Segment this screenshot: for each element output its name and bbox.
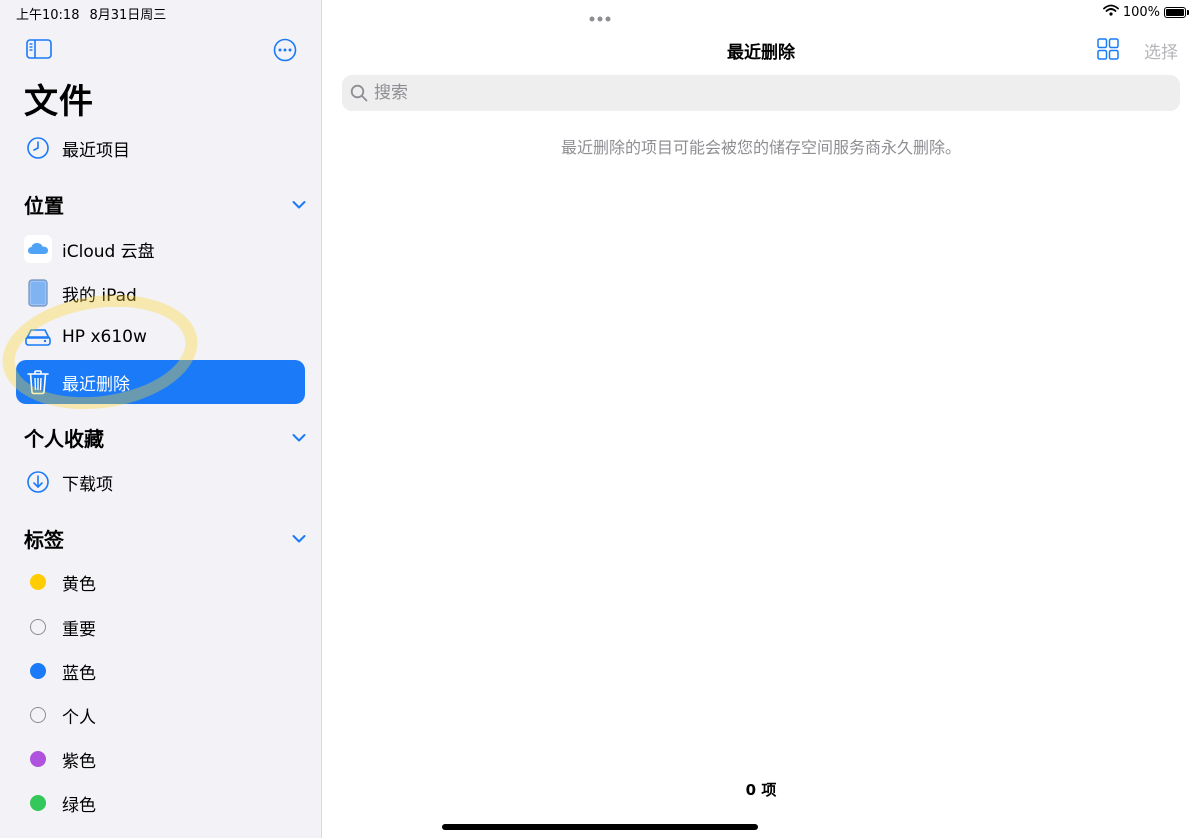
tag-label: 个人: [62, 707, 96, 728]
app-title: 文件: [24, 82, 94, 122]
tag-label: 蓝色: [62, 663, 96, 684]
tag-dot-icon: [24, 657, 52, 685]
tag-item-blue[interactable]: 蓝色: [16, 649, 305, 693]
chevron-down-icon[interactable]: [292, 428, 306, 447]
tag-dot-icon: [24, 745, 52, 773]
section-title: 个人收藏: [24, 426, 104, 451]
status-time: 上午10:18 8月31日周三: [16, 4, 166, 23]
tag-dot-icon: [24, 568, 52, 596]
green-dot-icon: [30, 795, 46, 811]
search-icon: [350, 84, 368, 102]
select-button[interactable]: 选择: [1144, 38, 1178, 63]
tag-item-yellow[interactable]: 黄色: [16, 560, 305, 604]
sidebar-item-my-ipad[interactable]: 我的 iPad: [16, 271, 305, 315]
sidebar-item-downloads[interactable]: 下载项: [16, 460, 305, 504]
tag-label: 紫色: [62, 751, 96, 772]
home-indicator[interactable]: [442, 824, 758, 830]
empty-dot-icon: [30, 619, 46, 635]
page-title: 最近删除: [727, 43, 795, 63]
more-options-icon[interactable]: [273, 38, 297, 62]
sidebar-item-label: 下载项: [62, 474, 113, 495]
section-title: 位置: [24, 193, 64, 218]
sidebar-item-label: 最近项目: [62, 140, 130, 161]
status-clock: 上午10:18: [16, 8, 80, 23]
chevron-down-icon[interactable]: [292, 529, 306, 548]
sidebar-item-hp-x610w[interactable]: HP x610w: [16, 315, 305, 359]
section-tags-header[interactable]: 标签: [24, 523, 306, 553]
info-message: 最近删除的项目可能会被您的储存空间服务商永久删除。: [560, 138, 961, 157]
sidebar-item-label: HP x610w: [62, 327, 147, 347]
sidebar-item-label: 我的 iPad: [62, 285, 137, 306]
sidebar: 上午10:18 8月31日周三 文件 最近项目 位置 iCloud 云盘 我的 …: [0, 0, 322, 838]
tag-item-personal[interactable]: 个人: [16, 693, 305, 737]
search-input[interactable]: [372, 82, 1156, 104]
sidebar-item-recents[interactable]: 最近项目: [16, 126, 305, 170]
battery-percentage: 100%: [1122, 4, 1160, 20]
sidebar-item-recently-deleted[interactable]: 最近删除: [16, 360, 305, 404]
search-bar[interactable]: [342, 75, 1180, 111]
battery-icon: [1164, 6, 1189, 18]
section-favorites-header[interactable]: 个人收藏: [24, 422, 306, 452]
tag-dot-icon: [24, 701, 52, 729]
tag-label: 黄色: [62, 574, 96, 595]
section-locations-header[interactable]: 位置: [24, 189, 306, 219]
chevron-down-icon[interactable]: [292, 195, 306, 214]
drive-icon: [24, 323, 52, 351]
sidebar-item-label: iCloud 云盘: [62, 241, 155, 262]
purple-dot-icon: [30, 751, 46, 767]
item-count: 0 项: [745, 781, 777, 799]
tag-label: 绿色: [62, 795, 96, 816]
icloud-icon: [24, 235, 52, 263]
tag-dot-icon: [24, 789, 52, 817]
wifi-icon: [1102, 4, 1119, 20]
sidebar-toggle-icon[interactable]: [26, 38, 52, 60]
sidebar-item-icloud[interactable]: iCloud 云盘: [16, 227, 305, 271]
main-content: 100% 最近删除 选择 最近删除的项目可能会被您的储存空间服务商永久删除。 0…: [322, 0, 1200, 838]
tag-item-important[interactable]: 重要: [16, 605, 305, 649]
grid-view-icon[interactable]: [1097, 38, 1119, 60]
tag-label: 重要: [62, 619, 96, 640]
clock-icon: [24, 134, 52, 162]
trash-icon: [24, 368, 52, 396]
empty-dot-icon: [30, 707, 46, 723]
tag-dot-icon: [24, 613, 52, 641]
download-icon: [24, 468, 52, 496]
multitasking-dots-icon[interactable]: [588, 8, 612, 22]
tag-item-purple[interactable]: 紫色: [16, 737, 305, 781]
tag-item-green[interactable]: 绿色: [16, 781, 305, 825]
status-date: 8月31日周三: [89, 8, 167, 23]
yellow-dot-icon: [30, 574, 46, 590]
ipad-icon: [24, 279, 52, 307]
blue-dot-icon: [30, 663, 46, 679]
status-bar-right: 100%: [1102, 4, 1189, 20]
sidebar-item-label: 最近删除: [62, 374, 130, 395]
section-title: 标签: [24, 527, 64, 552]
